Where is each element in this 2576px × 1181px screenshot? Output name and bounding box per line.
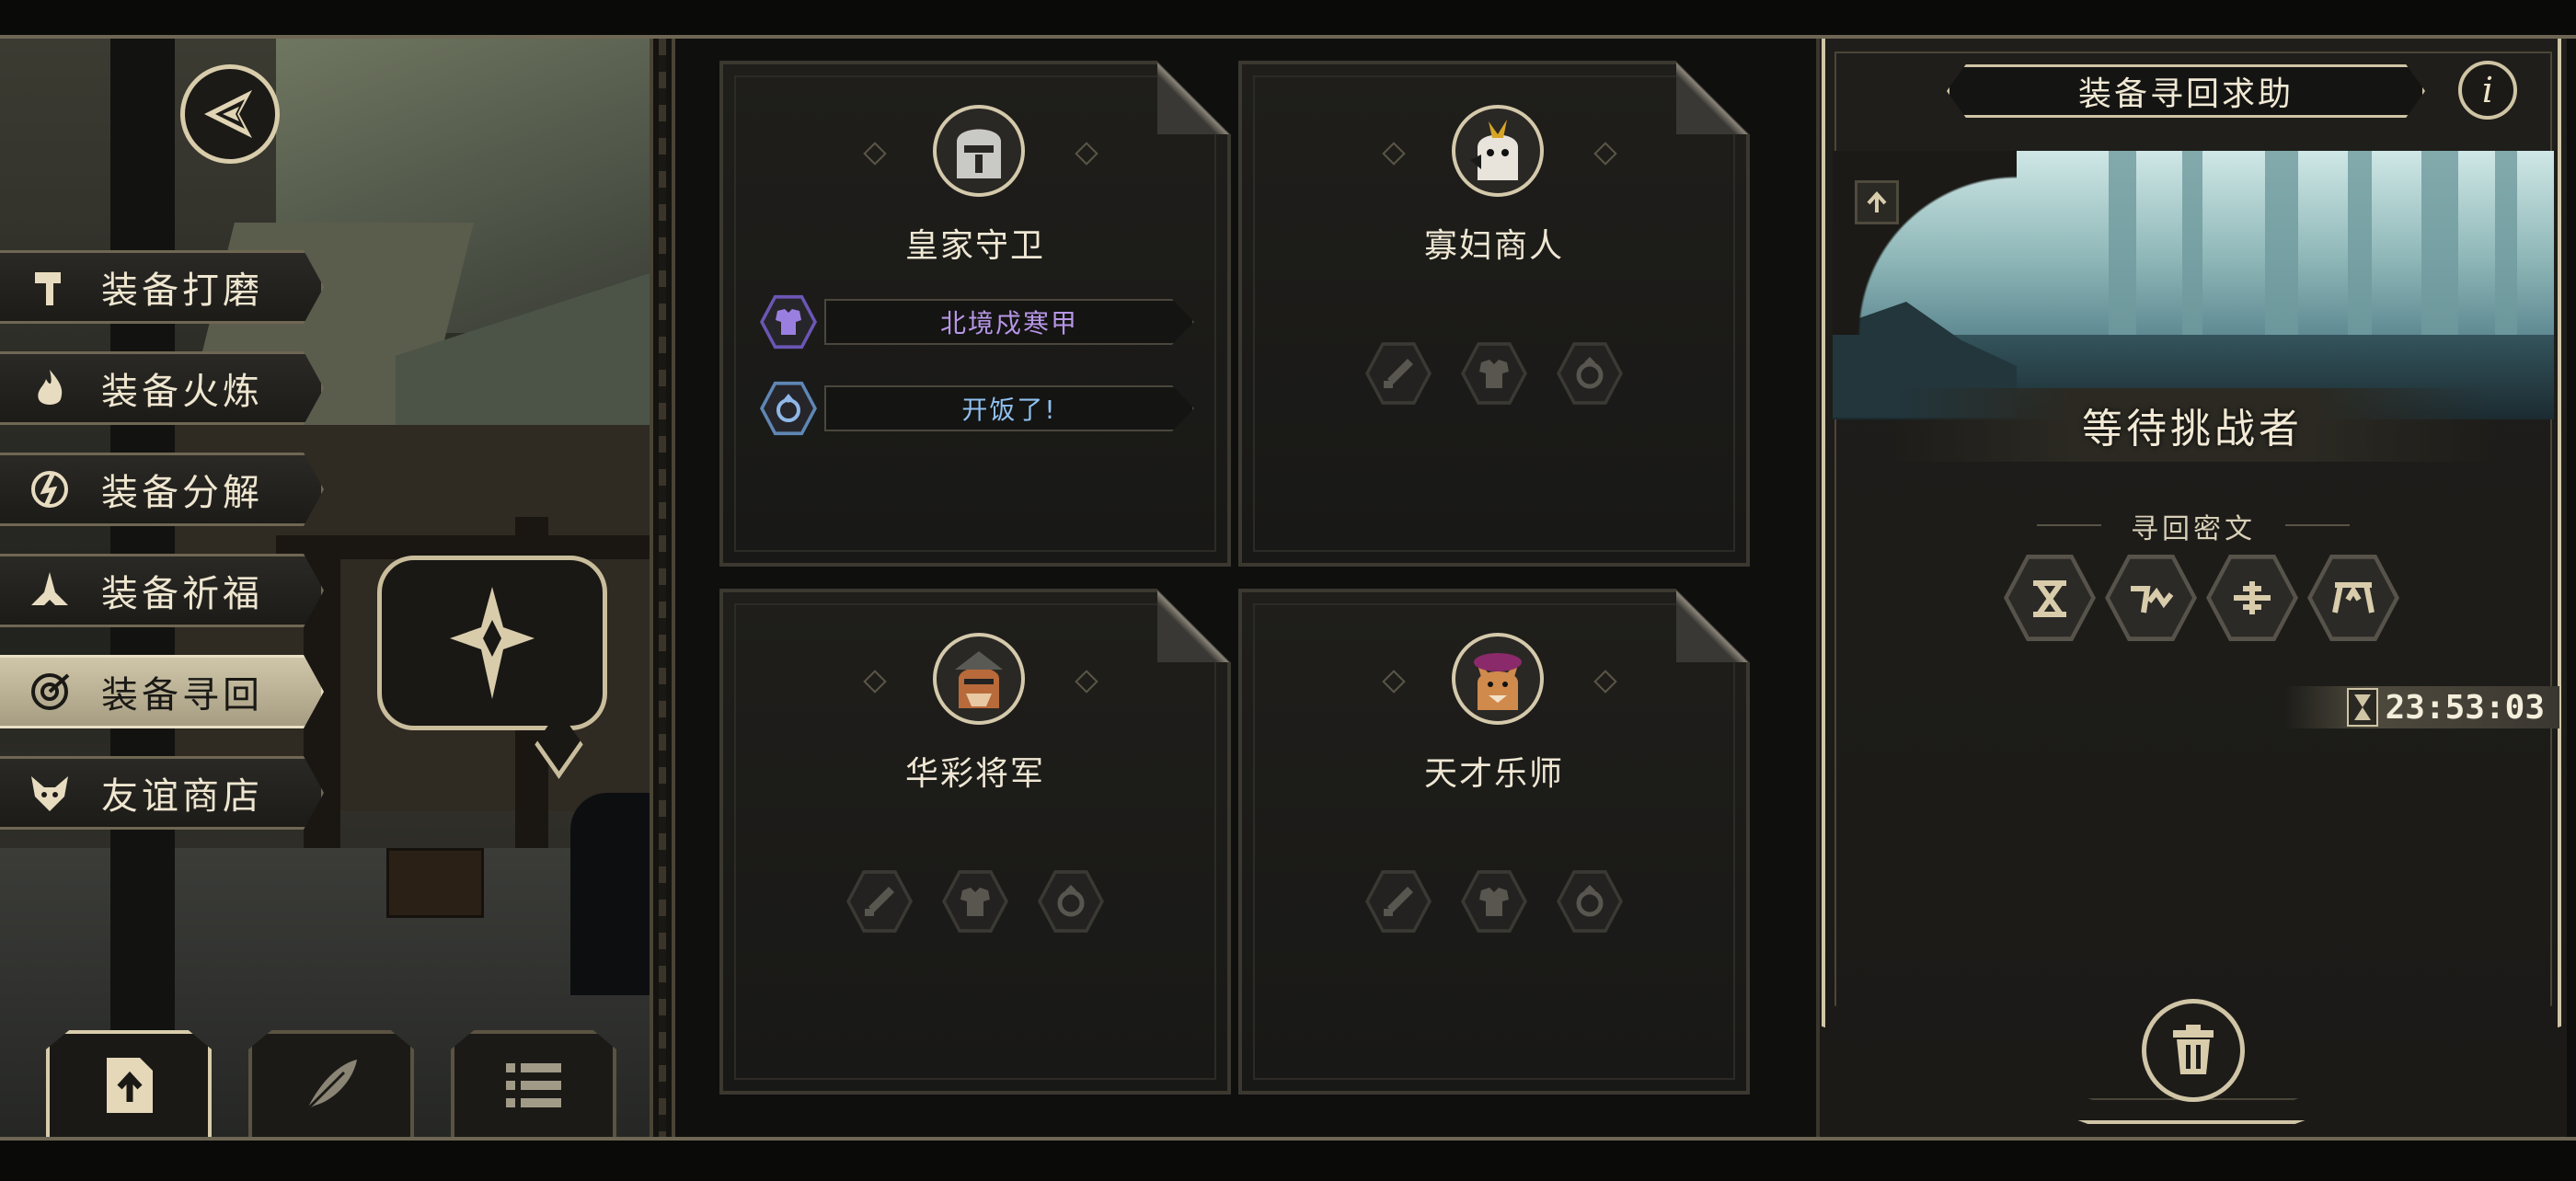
equipment-name: 北境戍寒甲 <box>824 299 1194 345</box>
hourglass-icon <box>2346 688 2378 727</box>
knight-avatar <box>933 105 1025 197</box>
sidebar-item-bless[interactable]: 装备祈福 <box>0 554 324 627</box>
back-arrow-icon <box>204 90 252 138</box>
empty-equipment-slots <box>1242 340 1746 407</box>
challenger-card-genius-musician[interactable]: 天才乐师 <box>1238 589 1750 1095</box>
praying-hands-icon <box>20 561 79 620</box>
empty-equipment-slots <box>723 868 1227 934</box>
challenger-name: 天才乐师 <box>1423 755 1564 793</box>
cipher-rune-3-icon <box>2234 581 2271 614</box>
sidebar-item-label: 装备寻回 <box>101 674 263 717</box>
sidebar-item-forge[interactable]: 装备火炼 <box>0 351 324 425</box>
armor-slot-icon <box>1461 870 1527 933</box>
armor-slot-icon <box>1461 342 1527 405</box>
cipher-rune-2-icon <box>2131 586 2174 613</box>
fox-icon <box>20 763 79 822</box>
musician-avatar <box>1452 633 1544 725</box>
forest-banner <box>1833 151 2554 419</box>
sidebar-item-polish[interactable]: 装备打磨 <box>0 250 324 324</box>
disassemble-icon <box>20 460 79 519</box>
challenger-card-splendid-general[interactable]: 华彩将军 <box>719 589 1231 1095</box>
challenger-card-royal-guard[interactable]: 皇家守卫 北境戍寒甲 开饭了! <box>719 61 1231 567</box>
challenger-name: 华彩将军 <box>904 755 1045 793</box>
sidebar-item-retrieve[interactable]: 装备寻回 <box>0 655 324 728</box>
cipher-rune-3[interactable] <box>2206 555 2298 641</box>
status-text: 等待挑战者 <box>2082 406 2303 453</box>
challenger-name: 寡妇商人 <box>1423 227 1564 265</box>
ring-icon <box>776 394 800 422</box>
star-compass-icon <box>450 587 535 699</box>
sidebar-item-friend-shop[interactable]: 友谊商店 <box>0 756 324 830</box>
equipment-name: 开饭了! <box>824 385 1194 431</box>
cipher-rune-1-icon <box>2033 580 2066 617</box>
sidebar-item-label: 装备祈福 <box>101 573 263 615</box>
challenger-card-widow-merchant[interactable]: 寡妇商人 <box>1238 61 1750 567</box>
challenger-cards-area: 皇家守卫 北境戍寒甲 开饭了! 寡妇商人 华彩将军 天才乐师 <box>675 39 1816 1137</box>
top-border <box>0 0 2576 39</box>
timer-value: 23:53:03 <box>2385 688 2545 727</box>
target-icon <box>20 662 79 721</box>
banner-upload-button[interactable] <box>1855 180 1899 224</box>
feather-button[interactable] <box>248 1030 414 1137</box>
general-avatar <box>933 633 1025 725</box>
upload-file-icon <box>107 1058 153 1113</box>
challenger-name: 皇家守卫 <box>904 227 1045 265</box>
sword-slot-icon <box>1365 870 1432 933</box>
sidebar-item-disassemble[interactable]: 装备分解 <box>0 453 324 526</box>
countdown-timer: 23:53:03 <box>2283 686 2559 728</box>
cipher-runes <box>2004 552 2399 644</box>
divider <box>2285 524 2350 526</box>
cipher-rune-4-icon <box>2332 582 2375 613</box>
list-icon <box>506 1063 561 1107</box>
cipher-rune-4[interactable] <box>2307 555 2399 641</box>
armor-icon <box>776 309 801 335</box>
back-button[interactable] <box>180 64 280 164</box>
sword-slot-icon <box>1365 342 1432 405</box>
cipher-rune-2[interactable] <box>2105 555 2197 641</box>
sword-slot-icon <box>846 870 913 933</box>
armor-slot-icon <box>942 870 1008 933</box>
merchant-avatar <box>1452 105 1544 197</box>
cipher-label: 寻回密文 <box>2131 513 2256 545</box>
compass-bubble-button[interactable] <box>377 556 607 730</box>
flame-icon <box>20 359 79 418</box>
left-ornamental-divider <box>650 39 675 1137</box>
upload-arrow-icon <box>1867 191 1887 212</box>
sidebar-item-label: 装备打磨 <box>101 269 263 312</box>
sidebar-item-label: 友谊商店 <box>101 775 263 818</box>
sidebar-item-label: 装备火炼 <box>101 371 263 413</box>
retrieve-request-panel: 装备寻回求助 i 等待挑战者 寻回密文 23:53:03 <box>1820 39 2567 1137</box>
trash-icon <box>2173 1025 2214 1074</box>
equipment-row[interactable]: 北境戍寒甲 <box>760 294 1194 350</box>
ring-slot-icon <box>1038 870 1104 933</box>
empty-equipment-slots <box>1242 868 1746 934</box>
ring-slot-icon <box>1557 870 1623 933</box>
info-icon: i <box>2481 70 2494 110</box>
ring-slot-icon <box>1557 342 1623 405</box>
info-button[interactable]: i <box>2458 61 2517 120</box>
panel-title: 装备寻回求助 <box>1947 64 2425 118</box>
hammer-icon <box>20 258 79 316</box>
equipment-row[interactable]: 开饭了! <box>760 381 1194 436</box>
sidebar-item-label: 装备分解 <box>101 472 263 514</box>
cancel-request-button[interactable] <box>2142 999 2245 1102</box>
bottom-border <box>0 1137 2576 1181</box>
status-band: 等待挑战者 <box>1893 388 2491 462</box>
upload-button[interactable] <box>46 1030 212 1137</box>
list-button[interactable] <box>451 1030 616 1137</box>
cipher-rune-1[interactable] <box>2004 555 2096 641</box>
feather-icon <box>305 1060 357 1111</box>
